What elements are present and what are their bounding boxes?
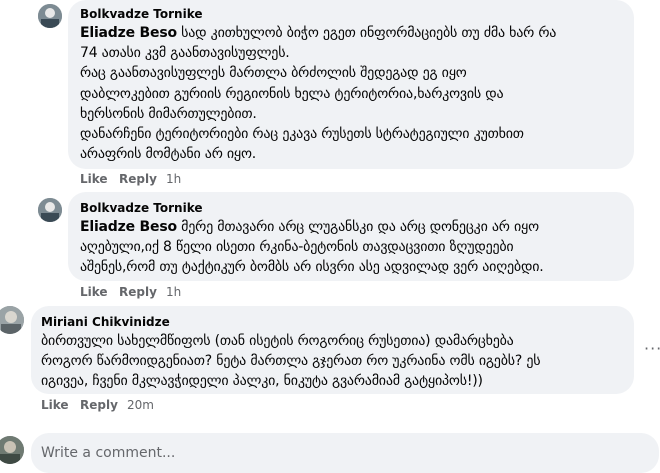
comment-author[interactable]: Miriani Chikvinidze [41,314,624,330]
comment-text: Eliadze Beso სად კითხულობ ბიჭო ეგეთ ინფო… [80,25,557,163]
comment-bubble: Bolkvadze Tornike Eliadze Beso მერე მთავ… [68,192,634,281]
avatar[interactable] [38,198,62,222]
mention-link[interactable]: Eliadze Beso [80,219,177,235]
comment-author[interactable]: Bolkvadze Tornike [80,200,622,216]
avatar-photo-icon [38,198,62,222]
avatar-photo-icon [38,4,62,28]
like-button[interactable]: Like [41,397,69,413]
reply-button[interactable]: Reply [119,171,157,187]
avatar-photo-icon [0,436,24,464]
comment-input[interactable] [41,439,601,467]
reply-button[interactable]: Reply [80,397,118,413]
avatar[interactable] [0,306,24,334]
comment-actions: Like Reply 1h [80,284,280,300]
like-button[interactable]: Like [80,171,108,187]
reply-button[interactable]: Reply [119,284,157,300]
comment-bubble: Miriani Chikvinidze ბირთვული სახელმწიფოს… [31,306,634,394]
avatar[interactable] [0,436,24,464]
like-button[interactable]: Like [80,284,108,300]
comment-text: ბირთვული სახელმწიფოს (თან ისეტის როგორიც… [41,333,541,390]
comment-composer [31,433,659,473]
comment-text: Eliadze Beso მერე მთავარი არც ლუგანსკი დ… [80,219,544,276]
comment-timestamp[interactable]: 1h [166,171,181,187]
comment-timestamp[interactable]: 1h [166,284,181,300]
comment-actions: Like Reply 20m [41,397,241,413]
more-options-icon[interactable]: ··· [644,341,660,357]
avatar-photo-icon [0,306,24,334]
mention-link[interactable]: Eliadze Beso [80,25,177,41]
comment-bubble: Bolkvadze Tornike Eliadze Beso სად კითხუ… [68,0,634,169]
comment-timestamp[interactable]: 20m [127,397,154,413]
avatar[interactable] [38,4,62,28]
comment-actions: Like Reply 1h [80,171,280,187]
comment-author[interactable]: Bolkvadze Tornike [80,6,622,22]
